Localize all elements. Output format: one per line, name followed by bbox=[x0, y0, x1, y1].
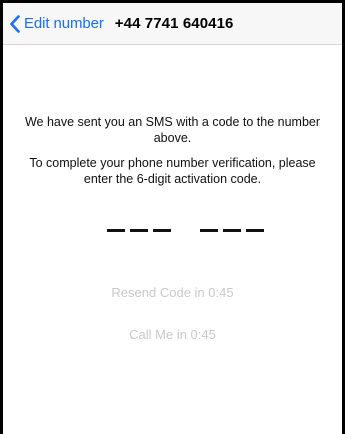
verification-screen: Edit number +44 7741 640416 We have sent… bbox=[0, 0, 345, 434]
phone-number-title: +44 7741 640416 bbox=[114, 15, 234, 32]
chevron-left-icon bbox=[10, 14, 20, 33]
code-digit-6[interactable] bbox=[246, 229, 264, 232]
edit-number-back-button[interactable]: Edit number bbox=[3, 3, 104, 44]
verification-content: We have sent you an SMS with a code to t… bbox=[3, 45, 342, 434]
verification-instruction: To complete your phone number verificati… bbox=[29, 156, 316, 186]
resend-code-button[interactable]: Resend Code in 0:45 bbox=[3, 285, 342, 300]
code-digit-2[interactable] bbox=[130, 229, 148, 232]
code-digit-3[interactable] bbox=[153, 229, 171, 232]
code-digit-1[interactable] bbox=[107, 229, 125, 232]
code-input[interactable] bbox=[3, 229, 342, 237]
back-button-label: Edit number bbox=[24, 15, 104, 32]
sms-sent-message: We have sent you an SMS with a code to t… bbox=[24, 115, 321, 145]
navigation-bar: Edit number +44 7741 640416 bbox=[3, 3, 342, 45]
call-me-button[interactable]: Call Me in 0:45 bbox=[3, 327, 342, 342]
code-digit-5[interactable] bbox=[223, 229, 241, 232]
code-digit-4[interactable] bbox=[200, 229, 218, 232]
